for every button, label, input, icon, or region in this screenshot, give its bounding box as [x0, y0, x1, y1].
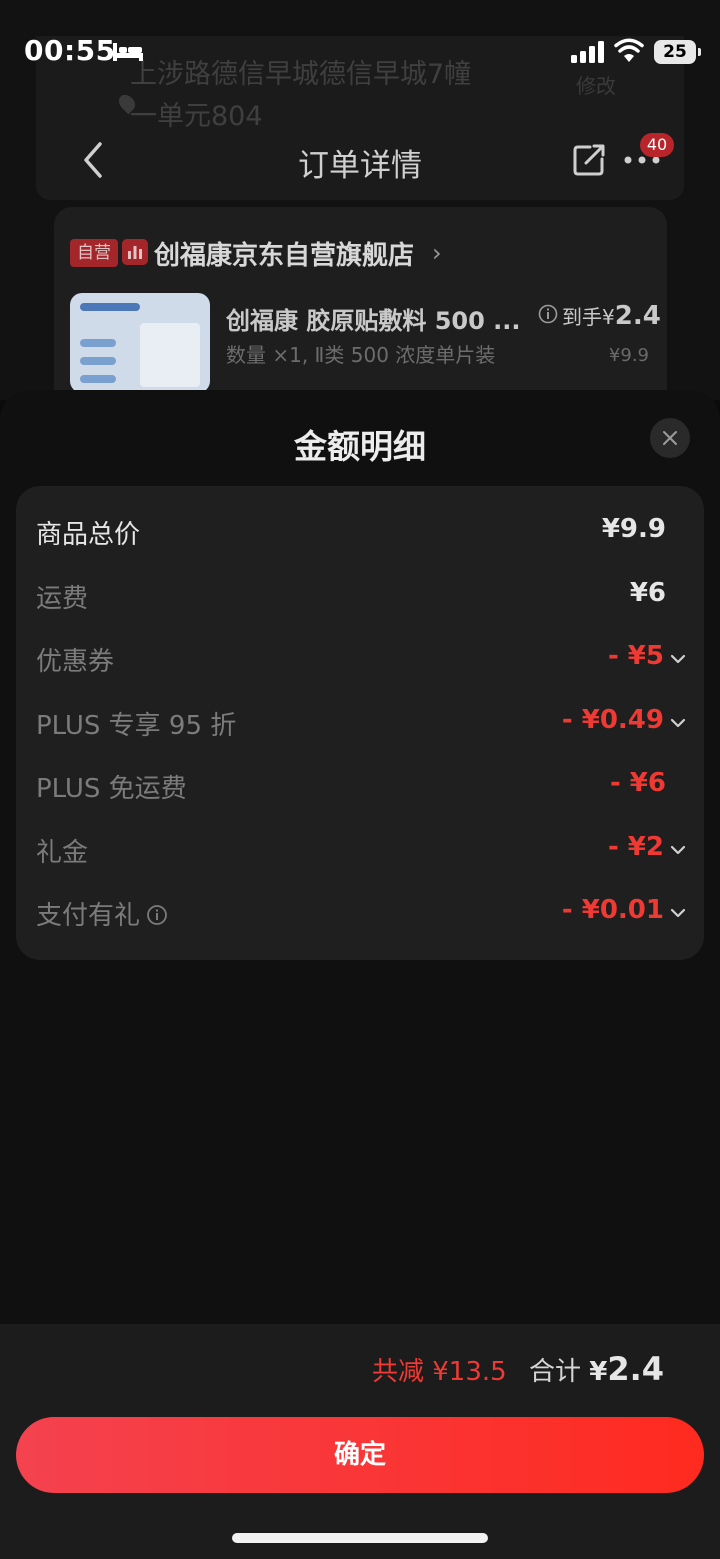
chevron-right-icon: › — [432, 239, 442, 267]
amount-row[interactable]: 礼金 - ¥2 — [16, 818, 704, 882]
thumb-package — [140, 323, 200, 387]
store-name[interactable]: 创福康京东自营旗舰店 — [154, 235, 414, 272]
total-label: 合计 — [528, 1357, 581, 1387]
arrival-currency: ¥ — [602, 305, 615, 329]
thumb-decoration — [80, 303, 140, 311]
amount-row-value: - ¥6 — [609, 768, 666, 798]
battery-icon: 25 — [654, 40, 701, 64]
amount-row: 运费 ¥6 — [16, 564, 704, 628]
page-title: 订单详情 — [298, 148, 422, 184]
chevron-down-icon[interactable] — [670, 908, 686, 918]
amount-row[interactable]: PLUS 专享 95 折 - ¥0.49 — [16, 691, 704, 755]
amount-row-label: 商品总价 — [36, 520, 141, 550]
amount-row-value: - ¥2 — [607, 832, 664, 862]
status-bar: 00:55 25 — [0, 0, 720, 100]
confirm-button[interactable]: 确定 — [16, 1417, 704, 1493]
self-operated-tag: 自营 — [70, 239, 118, 267]
chevron-down-icon[interactable] — [670, 718, 686, 728]
wifi-icon — [614, 38, 644, 62]
arrival-amount: 2.4 — [614, 301, 661, 331]
info-icon[interactable] — [146, 904, 168, 926]
total-amount: ¥2.4 — [589, 1350, 664, 1388]
sheet-title: 金额明细 — [294, 427, 426, 466]
amount-row-label: PLUS 免运费 — [36, 774, 187, 804]
thumb-decoration — [80, 357, 116, 365]
total-currency: ¥ — [589, 1357, 608, 1387]
original-price: ¥9.9 — [608, 345, 649, 366]
amount-row-label: 支付有礼 — [36, 895, 168, 932]
amount-row-label: 优惠券 — [36, 647, 115, 677]
home-indicator — [232, 1533, 488, 1543]
amount-row-value: - ¥0.49 — [561, 705, 664, 735]
footer: 共减 ¥13.5 合计 ¥2.4 确定 — [0, 1324, 720, 1559]
amount-row-label: PLUS 专享 95 折 — [36, 711, 237, 741]
amount-row-label: 礼金 — [36, 838, 89, 868]
arrival-price: 到手¥2.4 — [562, 301, 661, 331]
screen: 00:55 25 上涉路德信早城德信早城7幢 一单元804 修改 订单详情 40… — [0, 0, 720, 1559]
amount-row-value: - ¥0.01 — [561, 895, 664, 925]
amount-row-value: ¥9.9 — [601, 514, 666, 544]
info-icon[interactable] — [538, 304, 558, 324]
thumb-decoration — [80, 339, 116, 347]
amount-row: 商品总价 ¥9.9 — [16, 500, 704, 564]
close-button[interactable] — [650, 418, 690, 458]
close-icon — [663, 431, 677, 445]
signal-icon — [571, 41, 604, 63]
share-icon[interactable] — [572, 143, 606, 177]
amount-row-label: 运费 — [36, 584, 89, 614]
thumb-decoration — [80, 375, 116, 383]
store-logo-icon — [122, 239, 148, 265]
chevron-down-icon[interactable] — [670, 845, 686, 855]
amount-detail-list: 商品总价 ¥9.9 运费 ¥6 优惠券 - ¥5 PLUS 专享 95 折- ¥0.49 PL… — [16, 486, 704, 960]
message-badge: 40 — [640, 133, 674, 157]
chevron-down-icon[interactable] — [670, 654, 686, 664]
amount-row[interactable]: 支付有礼 - ¥0.01 — [16, 881, 704, 945]
arrival-label: 到手 — [562, 305, 602, 329]
status-time: 00:55 — [24, 34, 116, 67]
amount-row[interactable]: 优惠券 - ¥5 — [16, 627, 704, 691]
amount-row-value: ¥6 — [629, 578, 666, 608]
product-name[interactable]: 创福康 胶原贴敷料 500 ... — [226, 301, 521, 336]
amount-row: PLUS 免运费 - ¥6 — [16, 754, 704, 818]
total-summary: 共减 ¥13.5 合计 ¥2.4 — [372, 1350, 664, 1388]
bed-icon — [113, 43, 143, 61]
total-discount: 共减 ¥13.5 — [371, 1357, 507, 1387]
product-spec: 数量 ×1, Ⅱ类 500 浓度单片装 — [226, 343, 496, 367]
product-image[interactable] — [70, 293, 210, 393]
amount-row-value: - ¥5 — [607, 641, 664, 671]
total-amount-value: 2.4 — [607, 1350, 664, 1388]
